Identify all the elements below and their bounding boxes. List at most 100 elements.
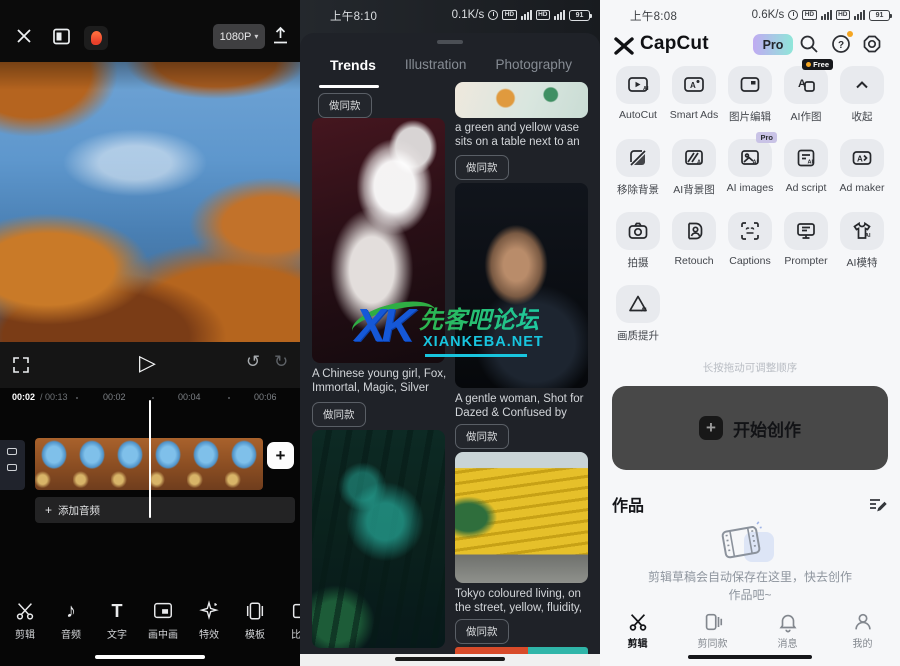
create-label: 开始创作 [733, 416, 801, 441]
tool-smart-ads[interactable]: A Smart Ads [666, 64, 722, 137]
plus-icon: + [45, 503, 52, 517]
tool-label: Prompter [784, 255, 827, 267]
card-caption: A gentle woman, Shot for Dazed & Confuse… [455, 392, 593, 420]
close-icon[interactable] [14, 26, 34, 46]
resolution-label: 1080P [220, 31, 252, 43]
hot-flame-icon[interactable] [84, 26, 108, 50]
tab-trends[interactable]: Trends [330, 57, 376, 73]
hd-icon: HD [536, 10, 550, 20]
nav-templates[interactable]: 剪同款 [675, 608, 750, 652]
sheet-drag-handle[interactable] [437, 40, 463, 44]
tool-label: Ad maker [840, 182, 885, 194]
redo-icon[interactable]: ↻ [274, 352, 288, 372]
card-image-tiger[interactable] [312, 430, 445, 648]
tool-label: 特效 [199, 626, 219, 641]
export-icon[interactable] [270, 25, 291, 46]
tool-remove-bg[interactable]: 移除背景 [610, 137, 666, 210]
signal-icon [521, 10, 532, 20]
signal-icon [554, 10, 565, 20]
card-image-vase[interactable] [455, 82, 588, 118]
ruler-dot [152, 397, 154, 399]
make-same-button[interactable]: 做同款 [455, 155, 509, 180]
tool-template[interactable]: 模板 [232, 600, 278, 652]
undo-icon[interactable]: ↺ [246, 352, 260, 372]
tab-illustration[interactable]: Illustration [405, 57, 467, 73]
enhance-quality-icon: AI [616, 285, 660, 323]
empty-drafts-illustration [718, 522, 782, 570]
tool-label: Captions [729, 255, 770, 267]
add-audio-track[interactable]: + 添加音频 [35, 497, 295, 523]
tool-ad-script[interactable]: AI Ad script [778, 137, 834, 210]
fullscreen-icon[interactable] [12, 356, 30, 374]
hd-icon: HD [836, 10, 850, 20]
tool-ai-bg[interactable]: AI AI背景图 [666, 137, 722, 210]
card-image-tokyo[interactable] [455, 452, 588, 583]
tools-grid: AI AutoCut A Smart Ads 图片编辑 Free A AI作图 … [610, 64, 890, 356]
bell-icon [777, 611, 799, 633]
home-indicator [688, 655, 812, 659]
create-button[interactable]: + 开始创作 [612, 386, 888, 470]
tool-ai-draw[interactable]: Free A AI作图 [778, 64, 834, 137]
tool-label: 剪辑 [15, 626, 35, 641]
works-sort-icon[interactable] [867, 494, 887, 514]
tool-prompter[interactable]: Prompter [778, 210, 834, 283]
tool-label: 比例 [291, 626, 300, 641]
video-preview[interactable] [0, 62, 300, 342]
battery-level: 91 [876, 12, 884, 19]
tool-label: 拍摄 [628, 255, 649, 270]
gear-icon[interactable] [861, 33, 883, 55]
tab-photography[interactable]: Photography [495, 57, 572, 73]
empty-text-line2: 作品吧~ [610, 586, 890, 603]
card-image-fox-girl[interactable] [312, 118, 445, 363]
tool-text[interactable]: T 文字 [94, 600, 140, 652]
scissors-icon [14, 600, 36, 622]
tool-label: 图片编辑 [729, 109, 771, 124]
make-same-button[interactable]: 做同款 [312, 402, 366, 427]
film-icon [717, 520, 767, 563]
add-clip-button[interactable]: + [267, 442, 294, 469]
tool-collapse[interactable]: 收起 [834, 64, 890, 137]
make-same-button[interactable]: 做同款 [455, 619, 509, 644]
stub-icon [7, 464, 17, 471]
tool-retouch[interactable]: Retouch [666, 210, 722, 283]
template-cut-icon [702, 611, 724, 633]
tool-autocut[interactable]: AI AutoCut [610, 64, 666, 137]
svg-text:A: A [857, 155, 863, 164]
nav-messages[interactable]: 消息 [750, 608, 825, 652]
layout-panel-icon[interactable] [52, 27, 71, 46]
ai-bg-icon: AI [672, 139, 716, 177]
clip-stub[interactable] [0, 440, 25, 490]
resolution-button[interactable]: 1080P ▾ [213, 24, 265, 49]
prompter-icon [784, 212, 828, 250]
tool-audio[interactable]: ♪ 音频 [48, 600, 94, 652]
tool-enhance[interactable]: AI 画质提升 [610, 283, 666, 356]
tool-captions[interactable]: Captions [722, 210, 778, 283]
make-same-button[interactable]: 做同款 [455, 424, 509, 449]
pro-badge[interactable]: Pro [753, 34, 793, 55]
camera-icon [616, 212, 660, 250]
tool-photo-edit[interactable]: 图片编辑 [722, 64, 778, 137]
playhead[interactable] [149, 400, 151, 518]
search-icon[interactable] [798, 33, 820, 55]
tool-ad-maker[interactable]: A Ad maker [834, 137, 890, 210]
tool-ai-images[interactable]: Pro AI AI images [722, 137, 778, 210]
svg-text:?: ? [838, 40, 844, 51]
nav-profile[interactable]: 我的 [825, 608, 900, 652]
tool-edit[interactable]: 剪辑 [2, 600, 48, 652]
play-button[interactable]: ▷ [139, 350, 156, 376]
tool-pip[interactable]: 画中画 [140, 600, 186, 652]
tool-ai-model[interactable]: AI AI模特 [834, 210, 890, 283]
tool-camera[interactable]: 拍摄 [610, 210, 666, 283]
ruler-tick: 00:02 [103, 392, 126, 402]
autocut-icon: AI [616, 66, 660, 104]
tool-effects[interactable]: 特效 [186, 600, 232, 652]
card-image-woman[interactable] [455, 183, 588, 388]
tool-label: 移除背景 [617, 182, 659, 197]
make-same-button[interactable]: 做同款 [318, 93, 372, 118]
status-bar: 上午8:08 0.6K/s HD HD 91 [600, 6, 900, 24]
nav-label: 剪辑 [628, 635, 648, 650]
nav-edit[interactable]: 剪辑 [600, 608, 675, 652]
tool-ratio[interactable]: 比例 [278, 600, 300, 652]
tool-label: 文字 [107, 626, 127, 641]
signal-icon [854, 10, 865, 20]
